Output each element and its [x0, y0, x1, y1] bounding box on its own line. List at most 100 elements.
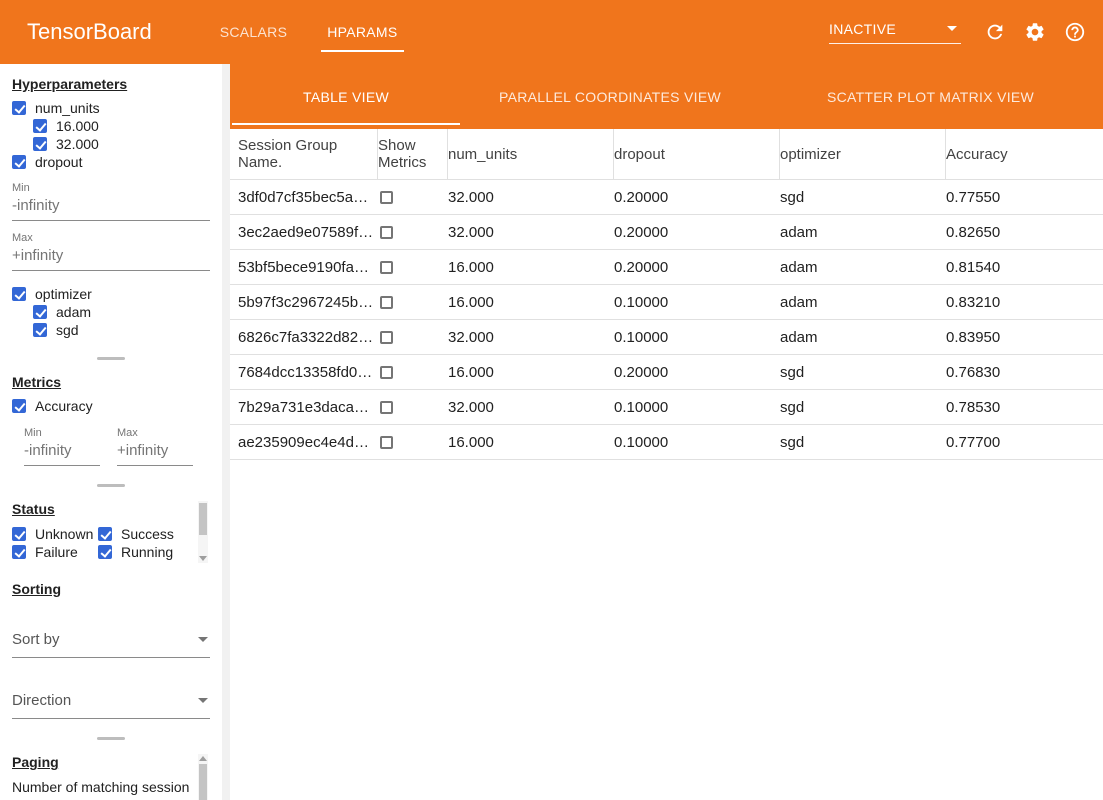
show-metrics-checkbox[interactable] — [380, 436, 393, 449]
checkbox[interactable] — [12, 101, 26, 115]
hparam-dropout-row[interactable]: dropout — [12, 153, 210, 171]
status-running-label: Running — [121, 544, 173, 560]
hparams-main-view: TABLE VIEW PARALLEL COORDINATES VIEW SCA… — [230, 64, 1103, 800]
show-metrics-cell — [378, 355, 448, 389]
paging-scrollbar[interactable] — [198, 754, 208, 800]
checkbox[interactable] — [33, 323, 47, 337]
checkbox[interactable] — [33, 119, 47, 133]
table-row: 3df0d7cf35bec5a… 32.000 0.20000 sgd 0.77… — [230, 180, 1103, 215]
num-units-value-16-row[interactable]: 16.000 — [33, 117, 210, 135]
metric-accuracy-row[interactable]: Accuracy — [12, 397, 210, 415]
hyperparameters-section: Hyperparameters num_units 16.000 32.000 … — [12, 76, 210, 339]
view-tabs: TABLE VIEW PARALLEL COORDINATES VIEW SCA… — [230, 64, 1103, 129]
checkbox[interactable] — [33, 305, 47, 319]
settings-button[interactable] — [1015, 12, 1055, 52]
toolbar-icon-buttons — [975, 12, 1095, 52]
checkbox[interactable] — [12, 545, 26, 559]
hparam-optimizer-label: optimizer — [35, 286, 92, 302]
accuracy-cell: 0.82650 — [946, 215, 1103, 249]
section-resize-handle[interactable] — [97, 357, 125, 360]
hparam-num-units-row[interactable]: num_units — [12, 99, 210, 117]
show-metrics-checkbox[interactable] — [380, 366, 393, 379]
optimizer-cell: adam — [780, 285, 946, 319]
optimizer-value-adam-row[interactable]: adam — [33, 303, 210, 321]
accuracy-min-input[interactable] — [24, 439, 100, 466]
session-group-name: 7684dcc13358fd0… — [238, 355, 378, 389]
checkbox[interactable] — [33, 137, 47, 151]
chevron-down-icon — [198, 637, 208, 642]
checkbox[interactable] — [98, 545, 112, 559]
table-row: 7684dcc13358fd0… 16.000 0.20000 sgd 0.76… — [230, 355, 1103, 390]
column-header-session-group-name[interactable]: Session Group Name. — [238, 129, 378, 179]
table-row: ae235909ec4e4d… 16.000 0.10000 sgd 0.777… — [230, 425, 1103, 460]
accuracy-max-input[interactable] — [117, 439, 193, 466]
scroll-down-arrow-icon[interactable] — [199, 556, 207, 561]
column-header-accuracy[interactable]: Accuracy — [946, 129, 1103, 179]
checkbox[interactable] — [12, 527, 26, 541]
tab-parallel-coordinates-view[interactable]: PARALLEL COORDINATES VIEW — [462, 64, 758, 129]
scroll-up-arrow-icon[interactable] — [199, 756, 207, 761]
tab-scatter-plot-matrix-view[interactable]: SCATTER PLOT MATRIX VIEW — [758, 64, 1103, 129]
status-unknown-label: Unknown — [35, 526, 93, 542]
checkbox[interactable] — [98, 527, 112, 541]
accuracy-cell: 0.77550 — [946, 180, 1103, 214]
session-group-name: 3ec2aed9e07589f… — [238, 215, 378, 249]
show-metrics-checkbox[interactable] — [380, 401, 393, 414]
show-metrics-checkbox[interactable] — [380, 191, 393, 204]
status-scrollbar[interactable] — [198, 501, 208, 563]
status-running-row[interactable]: Running — [98, 543, 210, 561]
optimizer-value-sgd-label: sgd — [56, 322, 79, 338]
optimizer-cell: sgd — [780, 425, 946, 459]
optimizer-value-sgd-row[interactable]: sgd — [33, 321, 210, 339]
hparam-optimizer-row[interactable]: optimizer — [12, 285, 210, 303]
scrollbar-thumb[interactable] — [199, 764, 207, 800]
reload-status-select[interactable]: INACTIVE — [829, 21, 961, 44]
reload-status-value: INACTIVE — [829, 21, 896, 37]
dropout-min-input[interactable] — [12, 194, 210, 221]
optimizer-cell: adam — [780, 320, 946, 354]
status-failure-row[interactable]: Failure — [12, 543, 98, 561]
show-metrics-cell — [378, 390, 448, 424]
help-button[interactable] — [1055, 12, 1095, 52]
tab-table-view[interactable]: TABLE VIEW — [230, 64, 462, 129]
status-success-row[interactable]: Success — [98, 525, 210, 543]
status-unknown-row[interactable]: Unknown — [12, 525, 98, 543]
metric-accuracy-label: Accuracy — [35, 398, 93, 414]
sidebar-gutter — [222, 64, 230, 800]
checkbox[interactable] — [12, 287, 26, 301]
scrollbar-thumb[interactable] — [199, 503, 207, 535]
refresh-button[interactable] — [975, 12, 1015, 52]
show-metrics-checkbox[interactable] — [380, 226, 393, 239]
column-header-num-units[interactable]: num_units — [448, 129, 614, 179]
show-metrics-checkbox[interactable] — [380, 261, 393, 274]
matching-session-groups-text: Number of matching session groups: 8 — [12, 778, 194, 800]
direction-select[interactable]: Direction — [12, 692, 210, 719]
dropout-max-input[interactable] — [12, 244, 210, 271]
show-metrics-checkbox[interactable] — [380, 331, 393, 344]
tab-scalars[interactable]: SCALARS — [200, 0, 307, 64]
tab-hparams[interactable]: HPARAMS — [307, 0, 417, 64]
show-metrics-cell — [378, 180, 448, 214]
table-row: 6826c7fa3322d82… 32.000 0.10000 adam 0.8… — [230, 320, 1103, 355]
dropout-cell: 0.20000 — [614, 355, 780, 389]
sorting-heading: Sorting — [12, 581, 210, 597]
num-units-value-32-row[interactable]: 32.000 — [33, 135, 210, 153]
table-row: 53bf5bece9190fa… 16.000 0.20000 adam 0.8… — [230, 250, 1103, 285]
column-header-optimizer[interactable]: optimizer — [780, 129, 946, 179]
num-units-cell: 16.000 — [448, 250, 614, 284]
chevron-down-icon — [198, 698, 208, 703]
column-header-dropout[interactable]: dropout — [614, 129, 780, 179]
show-metrics-checkbox[interactable] — [380, 296, 393, 309]
checkbox[interactable] — [12, 155, 26, 169]
section-resize-handle[interactable] — [97, 484, 125, 487]
sort-by-select[interactable]: Sort by — [12, 631, 210, 658]
status-heading: Status — [12, 501, 210, 517]
status-failure-label: Failure — [35, 544, 78, 560]
dropout-cell: 0.20000 — [614, 215, 780, 249]
section-resize-handle[interactable] — [97, 737, 125, 740]
optimizer-cell: sgd — [780, 390, 946, 424]
column-header-show-metrics[interactable]: Show Metrics — [378, 129, 448, 179]
refresh-icon — [984, 21, 1006, 43]
accuracy-cell: 0.76830 — [946, 355, 1103, 389]
checkbox[interactable] — [12, 399, 26, 413]
